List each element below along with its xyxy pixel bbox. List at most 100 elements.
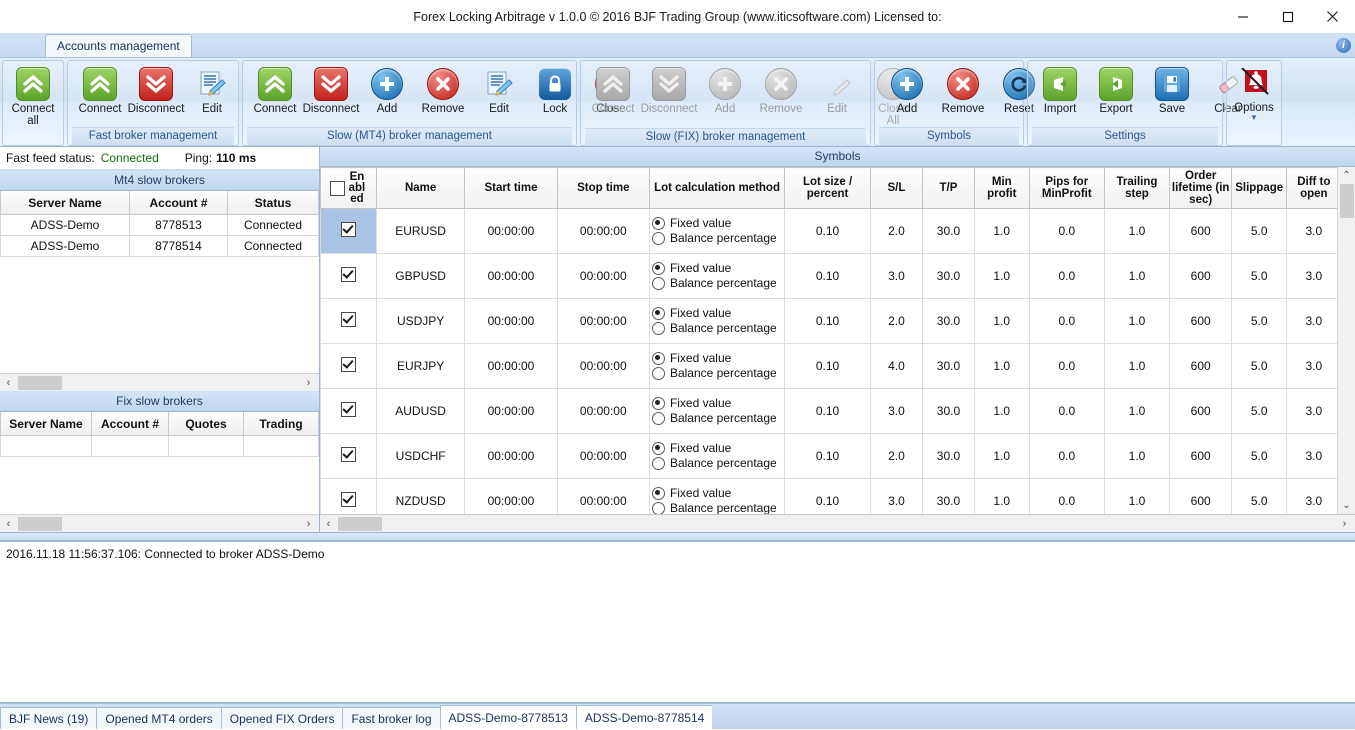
radio-fixed-value[interactable]: Fixed value (652, 396, 782, 411)
fix-edit-button[interactable]: Edit (809, 63, 865, 116)
cell-account-number[interactable]: 8778514 (130, 236, 228, 257)
col-min-profit[interactable]: Min profit (974, 168, 1029, 209)
col-start-time[interactable]: Start time (465, 168, 557, 209)
cell-sl[interactable]: 4.0 (870, 344, 922, 389)
bottom-tab-adss-demo-8778513[interactable]: ADSS-Demo-8778513 (440, 705, 576, 729)
cell-pips-for-minprofit[interactable]: 0.0 (1029, 389, 1104, 434)
cell-lot-calculation-method[interactable]: Fixed valueBalance percentage (649, 434, 784, 479)
cell-trailing-step[interactable]: 1.0 (1104, 299, 1169, 344)
cell-sl[interactable]: 3.0 (870, 479, 922, 515)
cell-diff-to-open[interactable]: 3.0 (1287, 299, 1338, 344)
cell-enabled[interactable] (321, 254, 377, 299)
table-row[interactable]: EURJPY00:00:0000:00:00Fixed valueBalance… (321, 344, 1338, 389)
radio-fixed-value[interactable]: Fixed value (652, 216, 782, 231)
cell-start-time[interactable]: 00:00:00 (465, 389, 557, 434)
cell-start-time[interactable]: 00:00:00 (465, 299, 557, 344)
radio-fixed-value[interactable]: Fixed value (652, 306, 782, 321)
cell-min-profit[interactable]: 1.0 (974, 254, 1029, 299)
radio-icon[interactable] (652, 367, 665, 380)
scroll-down-icon[interactable]: ⌄ (1339, 497, 1354, 514)
cell-tp[interactable]: 30.0 (922, 389, 974, 434)
scroll-left-icon[interactable]: ‹ (0, 375, 17, 390)
table-row[interactable]: AUDUSD00:00:0000:00:00Fixed valueBalance… (321, 389, 1338, 434)
fix-add-button[interactable]: Add (697, 63, 753, 116)
cell-pips-for-minprofit[interactable]: 0.0 (1029, 299, 1104, 344)
close-button[interactable] (1310, 0, 1355, 33)
cell-order-lifetime[interactable]: 600 (1169, 209, 1231, 254)
radio-icon[interactable] (652, 442, 665, 455)
col-pips-for-minprofit[interactable]: Pips for MinProfit (1029, 168, 1104, 209)
cell-sl[interactable]: 2.0 (870, 434, 922, 479)
cell-start-time[interactable]: 00:00:00 (465, 254, 557, 299)
cell-pips-for-minprofit[interactable]: 0.0 (1029, 479, 1104, 515)
fix-disconnect-button[interactable]: Disconnect (641, 63, 697, 116)
cell-diff-to-open[interactable]: 3.0 (1287, 479, 1338, 515)
cell-slippage[interactable]: 5.0 (1232, 299, 1287, 344)
radio-icon[interactable] (652, 457, 665, 470)
cell-min-profit[interactable]: 1.0 (974, 209, 1029, 254)
mt4-add-button[interactable]: Add (359, 63, 415, 116)
mt4-remove-button[interactable]: Remove (415, 63, 471, 116)
radio-icon[interactable] (652, 502, 665, 514)
row-enabled-checkbox[interactable] (341, 492, 356, 507)
bottom-tab-opened-mt4-orders[interactable]: Opened MT4 orders (96, 707, 220, 729)
cell-symbol-name[interactable]: USDJPY (376, 299, 464, 344)
row-enabled-checkbox[interactable] (341, 357, 356, 372)
cell-enabled[interactable] (321, 434, 377, 479)
cell-slippage[interactable]: 5.0 (1232, 209, 1287, 254)
settings-save-button[interactable]: Save (1144, 63, 1200, 116)
scrollbar-thumb[interactable] (18, 517, 62, 531)
cell-stop-time[interactable]: 00:00:00 (557, 389, 649, 434)
radio-balance-percentage[interactable]: Balance percentage (652, 366, 782, 381)
radio-fixed-value[interactable]: Fixed value (652, 441, 782, 456)
scroll-left-icon[interactable]: ‹ (320, 516, 337, 531)
col-slippage[interactable]: Slippage (1232, 168, 1287, 209)
col-trailing-step[interactable]: Trailing step (1104, 168, 1169, 209)
cell-order-lifetime[interactable]: 600 (1169, 479, 1231, 515)
radio-icon[interactable] (652, 397, 665, 410)
cell-diff-to-open[interactable]: 3.0 (1287, 344, 1338, 389)
cell-diff-to-open[interactable]: 3.0 (1287, 434, 1338, 479)
mt4-lock-button[interactable]: Lock (527, 63, 583, 116)
row-enabled-checkbox[interactable] (341, 447, 356, 462)
cell-min-profit[interactable]: 1.0 (974, 434, 1029, 479)
fast-connect-button[interactable]: Connect (72, 63, 128, 116)
radio-balance-percentage[interactable]: Balance percentage (652, 456, 782, 471)
cell-start-time[interactable]: 00:00:00 (465, 479, 557, 515)
col-order-lifetime[interactable]: Order lifetime (in sec) (1169, 168, 1231, 209)
table-row[interactable]: USDCHF00:00:0000:00:00Fixed valueBalance… (321, 434, 1338, 479)
bottom-tab-bjf-news[interactable]: BJF News (19) (0, 707, 96, 729)
cell-quotes[interactable] (169, 436, 244, 457)
cell-symbol-name[interactable]: GBPUSD (376, 254, 464, 299)
table-row[interactable] (1, 436, 319, 457)
cell-lot-calculation-method[interactable]: Fixed valueBalance percentage (649, 389, 784, 434)
cell-pips-for-minprofit[interactable]: 0.0 (1029, 344, 1104, 389)
mt4-connect-button[interactable]: Connect (247, 63, 303, 116)
cell-tp[interactable]: 30.0 (922, 209, 974, 254)
cell-slippage[interactable]: 5.0 (1232, 344, 1287, 389)
cell-diff-to-open[interactable]: 3.0 (1287, 254, 1338, 299)
cell-enabled[interactable] (321, 389, 377, 434)
col-name[interactable]: Name (376, 168, 464, 209)
col-account-number[interactable]: Account # (130, 191, 228, 215)
cell-trailing-step[interactable]: 1.0 (1104, 209, 1169, 254)
row-enabled-checkbox[interactable] (341, 402, 356, 417)
scroll-up-icon[interactable]: ⌃ (1339, 167, 1354, 184)
cell-lot-calculation-method[interactable]: Fixed valueBalance percentage (649, 254, 784, 299)
cell-tp[interactable]: 30.0 (922, 479, 974, 515)
symbols-remove-button[interactable]: Remove (935, 63, 991, 116)
cell-tp[interactable]: 30.0 (922, 434, 974, 479)
cell-account-number[interactable]: 8778513 (130, 215, 228, 236)
mt4-disconnect-button[interactable]: Disconnect (303, 63, 359, 116)
cell-stop-time[interactable]: 00:00:00 (557, 254, 649, 299)
cell-pips-for-minprofit[interactable]: 0.0 (1029, 434, 1104, 479)
radio-balance-percentage[interactable]: Balance percentage (652, 501, 782, 514)
scroll-right-icon[interactable]: › (1336, 516, 1353, 531)
radio-icon[interactable] (652, 322, 665, 335)
cell-start-time[interactable]: 00:00:00 (465, 209, 557, 254)
table-row[interactable]: ADSS-Demo 8778514 Connected (1, 236, 319, 257)
radio-balance-percentage[interactable]: Balance percentage (652, 276, 782, 291)
cell-order-lifetime[interactable]: 600 (1169, 299, 1231, 344)
cell-lot-calculation-method[interactable]: Fixed valueBalance percentage (649, 299, 784, 344)
col-quotes[interactable]: Quotes (169, 412, 244, 436)
